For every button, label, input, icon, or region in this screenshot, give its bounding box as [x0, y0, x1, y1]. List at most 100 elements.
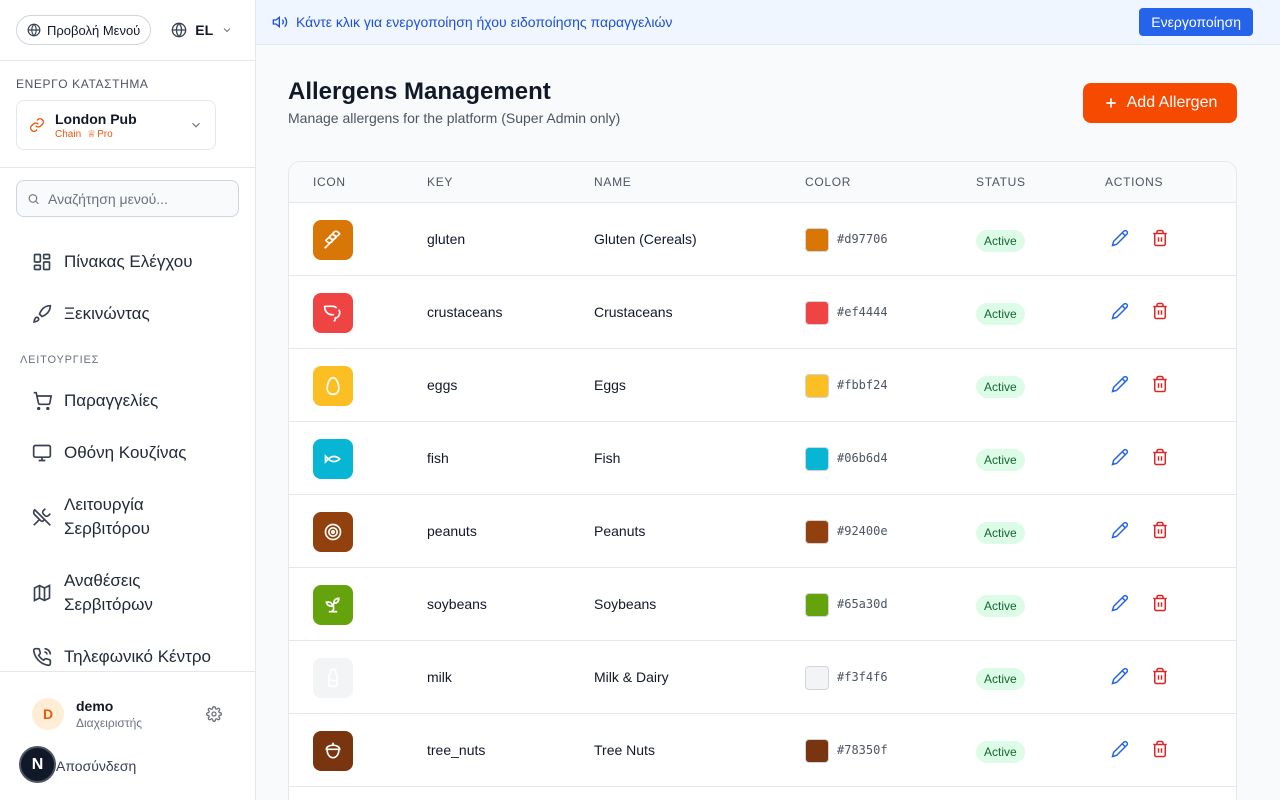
chevron-down-icon: [223, 28, 231, 33]
store-selector[interactable]: London Pub Chain ♕ Pro: [16, 100, 216, 150]
color-hex: #92400e: [837, 524, 888, 538]
column-header-actions: ACTIONS: [1105, 175, 1164, 189]
allergen-key: milk: [427, 669, 452, 685]
sidebar-item-label: Λειτουργία: [64, 495, 144, 514]
status-badge: Active: [976, 741, 1025, 763]
egg-icon: [313, 366, 353, 406]
column-header-key: KEY: [427, 175, 454, 189]
language-selector[interactable]: EL: [171, 22, 233, 38]
status-badge: Active: [976, 668, 1025, 690]
edit-icon[interactable]: [1111, 448, 1129, 466]
table-row: fish Fish #06b6d4 Active: [289, 422, 1236, 495]
allergen-key: peanuts: [427, 523, 477, 539]
store-plan: Pro: [97, 128, 113, 140]
banner-text: Κάντε κλικ για ενεργοποίηση ήχου ειδοποί…: [296, 14, 673, 30]
allergens-table: ICON KEY NAME COLOR STATUS ACTIONS glute…: [288, 161, 1237, 800]
sidebar-item-label: Τηλεφωνικό Κέντρο: [64, 647, 211, 666]
search-icon: [28, 193, 39, 204]
gear-icon[interactable]: [206, 706, 222, 722]
color-hex: #06b6d4: [837, 451, 888, 465]
status-badge: Active: [976, 449, 1025, 471]
color-swatch: [805, 447, 829, 471]
trash-icon[interactable]: [1151, 594, 1169, 612]
edit-icon[interactable]: [1111, 229, 1129, 247]
trash-icon[interactable]: [1151, 448, 1169, 466]
color-hex: #ef4444: [837, 305, 888, 319]
allergen-name: Crustaceans: [594, 304, 673, 320]
rocket-icon: [33, 304, 52, 323]
add-allergen-button[interactable]: Add Allergen: [1083, 83, 1237, 123]
allergen-key: tree_nuts: [427, 742, 486, 758]
sidebar-item-waiter-mode[interactable]: Λειτουργία Σερβιτόρου: [16, 493, 239, 541]
avatar: D: [32, 698, 64, 730]
sidebar-item-label: Σερβιτόρων: [64, 595, 153, 614]
table-row: crustaceans Crustaceans #ef4444 Active: [289, 276, 1236, 349]
trash-icon[interactable]: [1151, 667, 1169, 685]
sidebar-item-orders[interactable]: Παραγγελίες: [16, 389, 239, 413]
allergen-name: Gluten (Cereals): [594, 231, 697, 247]
color-swatch: [805, 593, 829, 617]
edit-icon[interactable]: [1111, 594, 1129, 612]
color-swatch: [805, 228, 829, 252]
link-icon: [30, 118, 44, 132]
status-badge: Active: [976, 376, 1025, 398]
nut-icon: [313, 512, 353, 552]
sidebar-item-label: Σερβιτόρου: [64, 519, 150, 538]
sidebar-item-waiter-assignments[interactable]: Αναθέσεις Σερβιτόρων: [16, 569, 239, 617]
color-hex: #f3f4f6: [837, 670, 888, 684]
search-input[interactable]: [48, 190, 228, 207]
edit-icon[interactable]: [1111, 521, 1129, 539]
trash-icon[interactable]: [1151, 302, 1169, 320]
allergen-key: eggs: [427, 377, 458, 393]
edit-icon[interactable]: [1111, 375, 1129, 393]
sprout-icon: [313, 585, 353, 625]
phone-icon: [32, 647, 52, 667]
edit-icon[interactable]: [1111, 740, 1129, 758]
sidebar-item-label: Αναθέσεις: [64, 571, 141, 590]
enable-sound-button[interactable]: Ενεργοποίηση: [1139, 8, 1253, 36]
sidebar-footer: D demo Διαχειριστής Αποσύνδεση N: [0, 671, 255, 800]
sidebar-item-call-center[interactable]: Τηλεφωνικό Κέντρο: [16, 645, 239, 669]
sidebar-header: Προβολή Μενού EL: [0, 0, 255, 61]
map-icon: [33, 584, 51, 602]
trash-icon[interactable]: [1151, 521, 1169, 539]
table-row: eggs Eggs #fbbf24 Active: [289, 349, 1236, 422]
status-badge: Active: [976, 230, 1025, 252]
menu-search[interactable]: [16, 180, 239, 217]
allergen-key: crustaceans: [427, 304, 503, 320]
column-header-color: COLOR: [805, 175, 852, 189]
column-header-status: STATUS: [976, 175, 1026, 189]
sidebar-item-dashboard[interactable]: Πίνακας Ελέγχου: [16, 250, 239, 274]
menu-view-button[interactable]: Προβολή Μενού: [16, 15, 152, 45]
user-role: Διαχειριστής: [76, 716, 143, 730]
grid-icon: [33, 253, 51, 271]
plus-icon: [1105, 98, 1116, 108]
trash-icon[interactable]: [1151, 740, 1169, 758]
status-badge: Active: [976, 522, 1025, 544]
user-name: demo: [76, 698, 114, 714]
allergen-name: Soybeans: [594, 596, 657, 612]
globe-icon: [171, 22, 187, 38]
user-profile[interactable]: D demo Διαχειριστής: [32, 698, 142, 730]
edit-icon[interactable]: [1111, 667, 1129, 685]
next-badge[interactable]: N: [19, 746, 56, 783]
menu-view-label: Προβολή Μενού: [47, 22, 141, 38]
column-header-name: NAME: [594, 175, 632, 189]
sidebar-item-label: Παραγγελίες: [64, 391, 159, 410]
cart-icon: [33, 391, 52, 411]
color-hex: #78350f: [837, 743, 888, 757]
sidebar-item-kitchen-display[interactable]: Οθόνη Κουζίνας: [16, 441, 239, 465]
edit-icon[interactable]: [1111, 302, 1129, 320]
color-hex: #fbbf24: [837, 378, 888, 392]
milk-icon: [313, 658, 353, 698]
monitor-icon: [32, 444, 52, 462]
wheat-icon: [313, 220, 353, 260]
logout-link[interactable]: Αποσύνδεση: [56, 758, 136, 774]
trash-icon[interactable]: [1151, 229, 1169, 247]
sound-notification-banner: Κάντε κλικ για ενεργοποίηση ήχου ειδοποί…: [256, 0, 1280, 45]
table-row: tree_nuts Tree Nuts #78350f Active: [289, 714, 1236, 787]
color-swatch: [805, 301, 829, 325]
page-title: Allergens Management: [288, 78, 551, 105]
trash-icon[interactable]: [1151, 375, 1169, 393]
sidebar-item-getting-started[interactable]: Ξεκινώντας: [16, 302, 239, 326]
